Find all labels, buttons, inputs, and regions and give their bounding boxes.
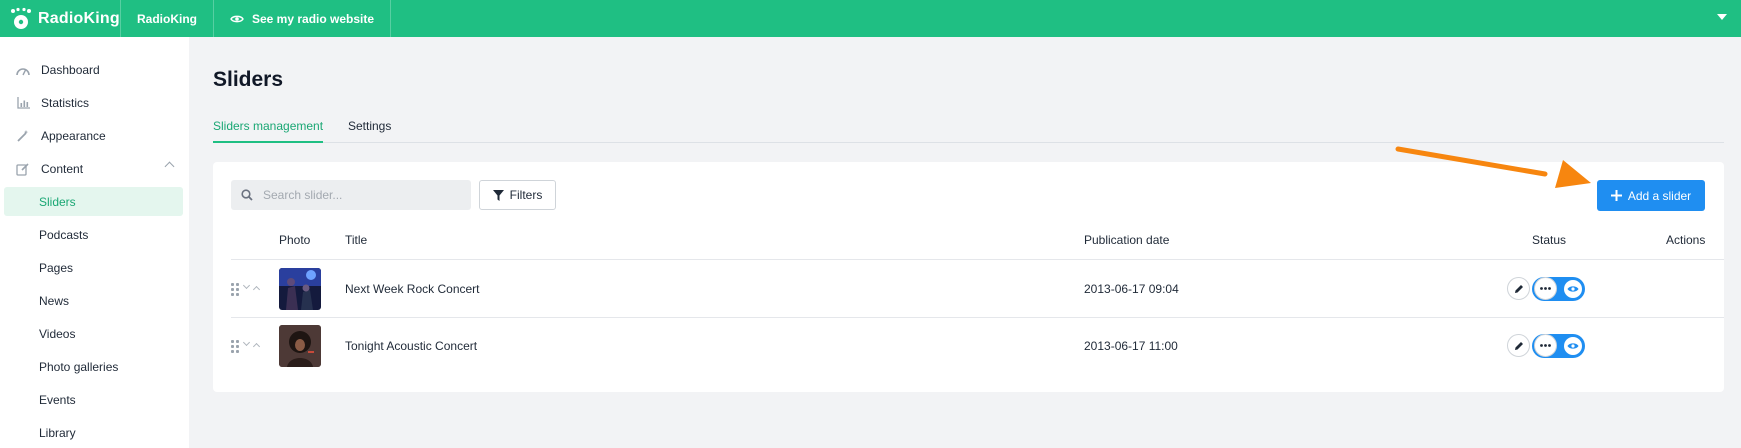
sidebar-item-label: Appearance (41, 128, 106, 143)
slider-thumbnail (279, 268, 321, 310)
sidebar-item-label: Pages (39, 260, 74, 275)
drag-handle-icon[interactable] (231, 340, 239, 353)
sidebar-item-appearance[interactable]: Appearance (4, 121, 183, 150)
toggle-knob (1564, 280, 1582, 298)
edit-button[interactable] (1507, 334, 1530, 357)
account-name[interactable]: RadioKing (121, 0, 214, 37)
move-down-icon[interactable] (242, 338, 251, 347)
brand-name: RadioKing (38, 9, 120, 27)
sidebar-item-label: Dashboard (41, 62, 100, 77)
drag-handle-icon[interactable] (231, 283, 239, 296)
sidebar-item-news[interactable]: News (4, 286, 183, 315)
more-actions-button[interactable] (1534, 334, 1557, 357)
page-title: Sliders (213, 68, 284, 91)
plus-icon (1610, 190, 1622, 201)
sidebar-item-label: Statistics (41, 95, 90, 110)
sidebar-item-label: Events (39, 392, 76, 407)
sidebar-item-videos[interactable]: Videos (4, 319, 183, 348)
chevron-up-icon[interactable] (164, 161, 175, 172)
more-actions-button[interactable] (1534, 277, 1557, 300)
move-up-icon[interactable] (252, 285, 261, 294)
move-up-icon[interactable] (252, 342, 261, 351)
tab-settings[interactable]: Settings (348, 119, 391, 143)
sidebar-item-label: Photo galleries (39, 359, 119, 374)
table-row: Next Week Rock Concert 2013-06-17 09:04 (213, 260, 1724, 317)
chart-icon (15, 95, 31, 111)
eye-icon (230, 15, 244, 22)
see-website-label: See my radio website (252, 11, 375, 26)
sidebar-item-dashboard[interactable]: Dashboard (4, 55, 183, 84)
table-row: Tonight Acoustic Concert 2013-06-17 11:0… (213, 317, 1724, 374)
sidebar-item-label: Podcasts (39, 227, 89, 242)
column-header-status: Status (1532, 233, 1567, 247)
sidebar-item-statistics[interactable]: Statistics (4, 88, 183, 117)
column-header-publication-date: Publication date (1084, 233, 1170, 247)
slider-thumbnail (279, 325, 321, 367)
sidebar-item-label: Videos (39, 326, 76, 341)
eye-icon (1567, 286, 1579, 292)
sidebar-item-label: Content (41, 161, 84, 176)
brand-logo[interactable]: RadioKing (0, 0, 121, 37)
pencil-icon (1514, 341, 1523, 350)
sidebar-item-sliders[interactable]: Sliders (4, 187, 183, 216)
edit-button[interactable] (1507, 277, 1530, 300)
filters-label: Filters (509, 188, 543, 202)
sidebar-item-content[interactable]: Content (4, 154, 183, 183)
eye-icon (1567, 343, 1579, 349)
column-header-photo: Photo (279, 233, 311, 247)
filter-icon (492, 189, 504, 201)
add-slider-button[interactable]: Add a slider (1597, 180, 1705, 211)
search-icon (241, 189, 253, 201)
dashboard-icon (15, 62, 31, 78)
add-slider-label: Add a slider (1627, 188, 1692, 203)
publication-date: 2013-06-17 09:04 (1084, 282, 1179, 296)
column-header-actions: Actions (1666, 233, 1706, 247)
pencil-icon (1514, 284, 1523, 293)
sidebar-item-podcasts[interactable]: Podcasts (4, 220, 183, 249)
sidebar-item-label: News (39, 293, 70, 308)
edit-icon (15, 161, 31, 177)
tab-sliders-management[interactable]: Sliders management (213, 119, 324, 143)
move-down-icon[interactable] (242, 281, 251, 290)
top-bar: RadioKing RadioKing See my radio website (0, 0, 1741, 37)
sidebar-item-pages[interactable]: Pages (4, 253, 183, 282)
search-field[interactable] (231, 180, 471, 210)
slider-title[interactable]: Next Week Rock Concert (345, 282, 480, 296)
sidebar-item-label: Sliders (39, 194, 76, 209)
toggle-knob (1564, 337, 1582, 355)
filters-button[interactable]: Filters (479, 180, 556, 210)
slider-title[interactable]: Tonight Acoustic Concert (345, 339, 477, 353)
column-header-title: Title (345, 233, 368, 247)
publication-date: 2013-06-17 11:00 (1084, 339, 1178, 353)
sidebar-item-label: Library (39, 425, 76, 440)
sidebar-item-library[interactable]: Library (4, 418, 183, 447)
magic-wand-icon (15, 128, 31, 144)
annotation-arrow-icon (1395, 146, 1591, 188)
crown-logo-icon (11, 7, 31, 29)
user-menu-caret-icon[interactable] (1717, 14, 1727, 20)
sidebar-item-events[interactable]: Events (4, 385, 183, 414)
search-input[interactable] (263, 188, 453, 202)
tab-bar: Sliders management Settings (213, 119, 1724, 143)
sliders-card: Filters Add a slider Photo Title Publica… (213, 162, 1724, 392)
sidebar-item-photo-galleries[interactable]: Photo galleries (4, 352, 183, 381)
ellipsis-icon (1540, 344, 1551, 347)
ellipsis-icon (1540, 287, 1551, 290)
sidebar: Dashboard Statistics Appearance Content … (0, 37, 189, 448)
see-website-link[interactable]: See my radio website (214, 0, 392, 37)
